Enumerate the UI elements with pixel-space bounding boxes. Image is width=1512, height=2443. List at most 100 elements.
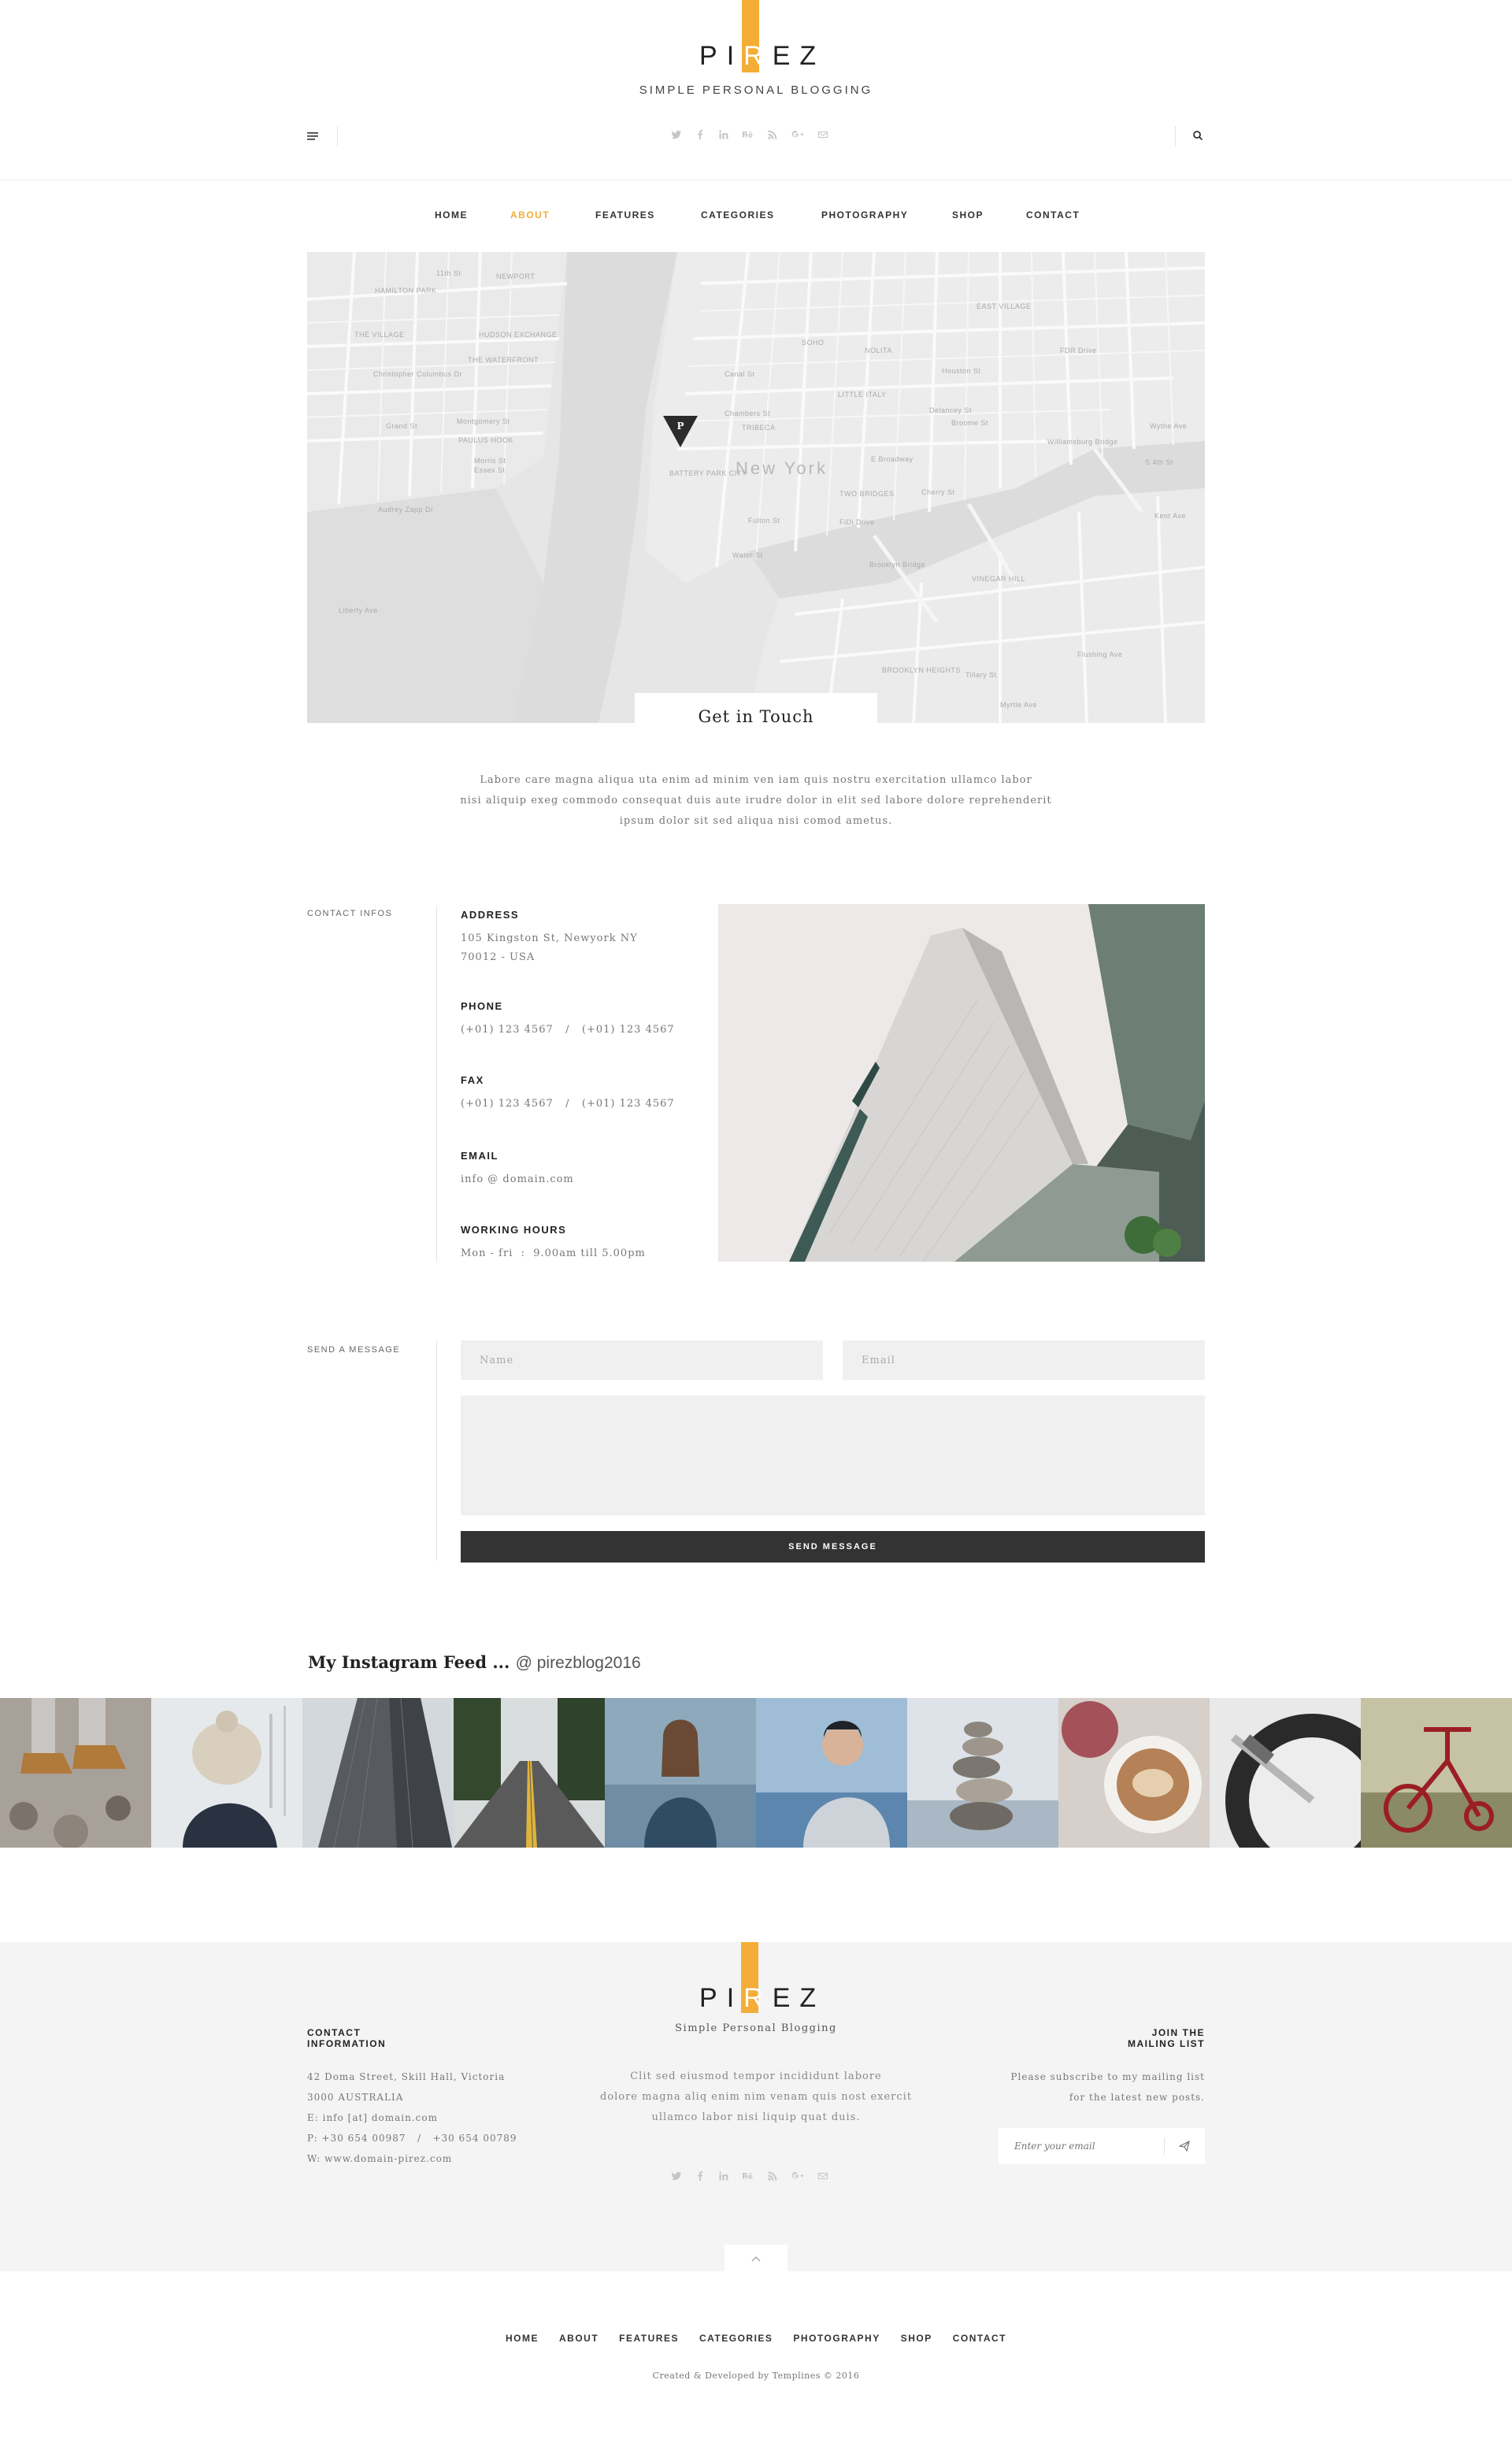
instagram-photo[interactable] (756, 1698, 907, 1848)
linkedin-icon[interactable] (718, 129, 729, 140)
rss-icon[interactable] (767, 129, 778, 140)
footer-contact-heading-line: CONTACT (307, 2027, 361, 2038)
contact-intro: Labore care magna aliqua uta enim ad min… (457, 770, 1055, 832)
footer-mailing-text: Please subscribe to my mailing list for … (969, 2067, 1205, 2108)
chevron-up-icon (751, 2256, 761, 2262)
rss-icon[interactable] (767, 2171, 778, 2182)
topbar-divider-left (337, 126, 338, 146)
footer-nav-about[interactable]: ABOUT (559, 2333, 598, 2344)
footer-nav-features[interactable]: FEATURES (619, 2333, 679, 2344)
email-icon[interactable] (817, 129, 828, 140)
phone-heading: PHONE (461, 1000, 503, 1012)
map-street-label: Water St (732, 551, 763, 559)
nav-photography[interactable]: PHOTOGRAPHY (821, 209, 908, 221)
message-form-divider (436, 1340, 437, 1561)
footer-nav-photography[interactable]: PHOTOGRAPHY (793, 2333, 880, 2344)
nav-home[interactable]: HOME (435, 209, 468, 221)
map-street-label: FiDi Drive (839, 518, 875, 526)
map-street-label: Broome St (951, 419, 989, 427)
nav-categories[interactable]: CATEGORIES (701, 209, 774, 221)
footer-nav-contact[interactable]: CONTACT (953, 2333, 1006, 2344)
behance-icon[interactable] (742, 129, 754, 140)
back-to-top-button[interactable] (724, 2245, 788, 2273)
nav-about[interactable]: ABOUT (510, 209, 550, 221)
footer-nav-categories[interactable]: CATEGORIES (699, 2333, 773, 2344)
photo-stones-boots (0, 1698, 151, 1848)
map-street-label: HAMILTON PARK (375, 287, 437, 295)
instagram-photo[interactable] (0, 1698, 151, 1848)
email-icon[interactable] (817, 2171, 828, 2182)
subscribe-email-input[interactable] (999, 2128, 1164, 2164)
map-street-label: Delancey St (929, 406, 973, 414)
twitter-icon[interactable] (671, 2171, 682, 2182)
photo-winter-hat (151, 1698, 302, 1848)
footer-contact-line: E: info [at] domain.com (307, 2112, 438, 2123)
map-street-label: Fulton St (748, 517, 780, 525)
footer-contact-heading: CONTACT INFORMATION (307, 2027, 386, 2049)
email-field-wrapper (843, 1340, 1205, 1380)
email-input[interactable] (843, 1340, 1205, 1380)
message-textarea[interactable] (461, 1396, 1205, 1515)
nav-contact[interactable]: CONTACT (1026, 209, 1080, 221)
subscribe-send-button[interactable] (1165, 2141, 1204, 2152)
logo-letter: P (699, 41, 727, 71)
instagram-photo[interactable] (151, 1698, 302, 1848)
site-tagline: SIMPLE PERSONAL BLOGGING (639, 83, 873, 97)
map-street-label: Audrey Zapp Dr (378, 506, 434, 513)
nav-shop[interactable]: SHOP (952, 209, 984, 221)
instagram-feed-heading: My Instagram Feed ... @ pirezblog2016 (308, 1652, 641, 1673)
footer-contact-heading-line: INFORMATION (307, 2038, 387, 2049)
instagram-photo[interactable] (1058, 1698, 1210, 1848)
email-text[interactable]: info @ domain.com (461, 1170, 574, 1189)
map-street-label: PAULUS HOOK (458, 436, 513, 444)
map-street-label: 11th St (436, 269, 461, 277)
footer-nav-home[interactable]: HOME (506, 2333, 539, 2344)
nav-features[interactable]: FEATURES (595, 209, 655, 221)
map-street-label: TWO BRIDGES (839, 490, 895, 498)
map-street-label: Morris St (474, 457, 506, 465)
message-field-wrapper (461, 1396, 1205, 1515)
instagram-photo[interactable] (1361, 1698, 1512, 1848)
logo-letter: E (772, 1983, 800, 2013)
intro-line: Labore care magna aliqua uta enim ad min… (480, 774, 1032, 786)
footer-nav-shop[interactable]: SHOP (901, 2333, 932, 2344)
map-street-label: Liberty Ave (339, 606, 378, 614)
name-input[interactable] (461, 1340, 823, 1380)
footer-social-links (671, 2171, 828, 2182)
twitter-icon[interactable] (671, 129, 682, 140)
google-plus-icon[interactable] (791, 2171, 805, 2182)
photo-skyscraper (302, 1698, 454, 1848)
facebook-icon[interactable] (695, 2171, 706, 2182)
fax-text: (+01) 123 4567 / (+01) 123 4567 (461, 1098, 675, 1110)
header-search-button[interactable] (1192, 129, 1206, 143)
facebook-icon[interactable] (695, 129, 706, 140)
site-logo[interactable]: PIREZ (699, 41, 825, 72)
footer-contact-info: 42 Doma Street, Skill Hall, Victoria 300… (307, 2067, 517, 2169)
address-heading: ADDRESS (461, 909, 520, 921)
map-pin[interactable]: P (663, 416, 698, 450)
intro-line: ipsum dolor sit sed aliqua nisi comod am… (619, 815, 893, 827)
instagram-photo[interactable] (1210, 1698, 1361, 1848)
location-map[interactable]: HAMILTON PARK 11th St NEWPORT THE VILLAG… (307, 252, 1205, 723)
instagram-photo[interactable] (302, 1698, 454, 1848)
email-heading: EMAIL (461, 1150, 498, 1162)
map-street-label: HUDSON EXCHANGE (479, 331, 558, 339)
footer-tagline: Simple Personal Blogging (675, 2022, 837, 2034)
footer-contact-line: 42 Doma Street, Skill Hall, Victoria (307, 2071, 506, 2082)
behance-icon[interactable] (742, 2171, 754, 2182)
send-message-button[interactable]: SEND MESSAGE (461, 1531, 1205, 1563)
footer-logo[interactable]: PIREZ (699, 1983, 825, 2014)
map-street-label: TRIBECA (742, 424, 776, 432)
instagram-photo[interactable] (907, 1698, 1058, 1848)
footer-mailing-heading-line: JOIN THE (1151, 2027, 1205, 2038)
instagram-handle[interactable]: @ pirezblog2016 (516, 1654, 641, 1672)
photo-red-tricycle (1361, 1698, 1512, 1848)
menu-toggle-button[interactable] (307, 129, 321, 143)
instagram-photo[interactable] (454, 1698, 605, 1848)
linkedin-icon[interactable] (718, 2171, 729, 2182)
logo-letter: I (726, 1983, 744, 2013)
instagram-photo[interactable] (605, 1698, 756, 1848)
google-plus-icon[interactable] (791, 129, 805, 140)
logo-letter: E (772, 41, 800, 71)
paper-plane-icon (1179, 2141, 1190, 2152)
